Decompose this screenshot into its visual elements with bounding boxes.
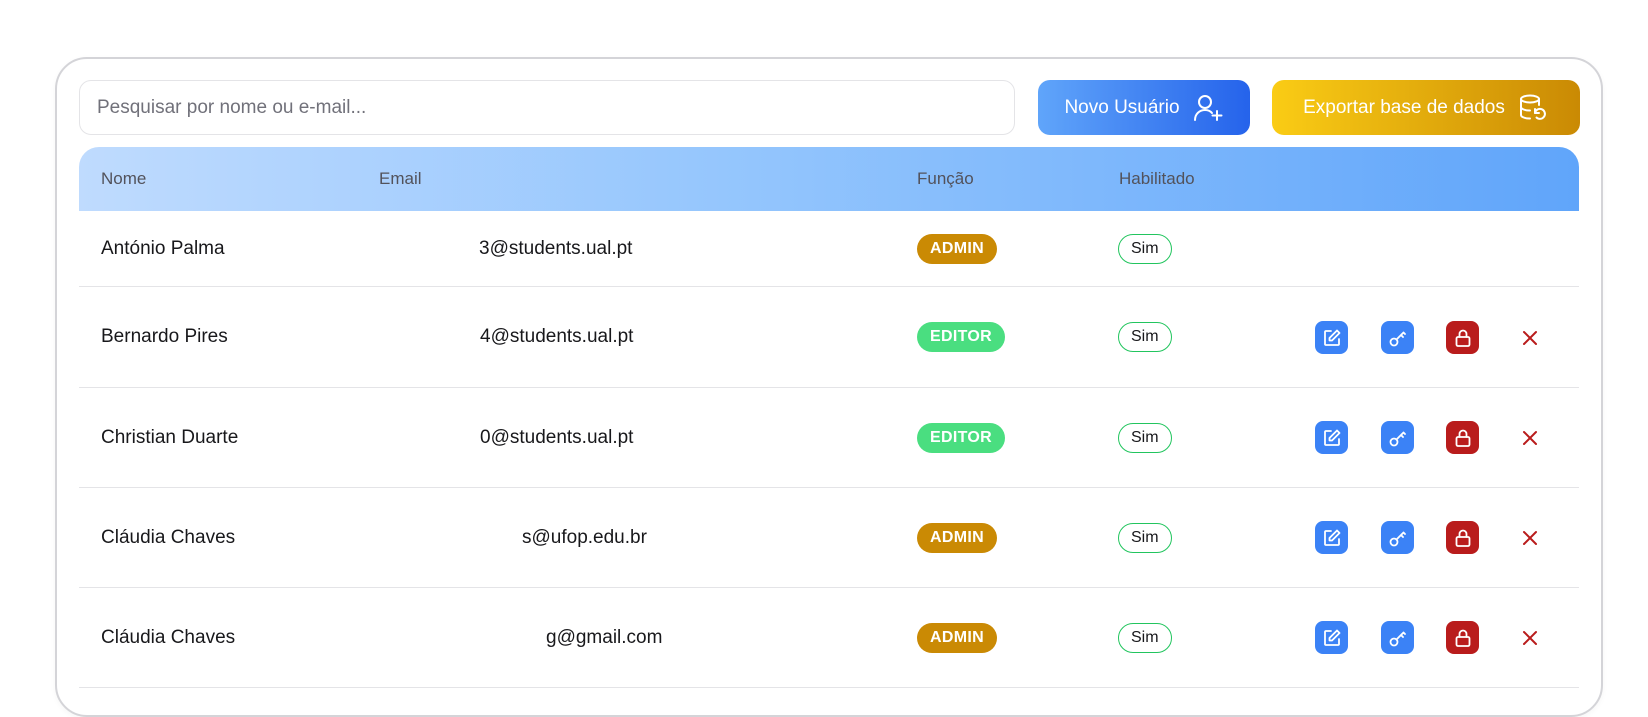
close-icon [1522,430,1537,445]
role-badge: ADMIN [917,233,997,264]
lock-icon [1455,629,1470,647]
lock-user-button[interactable] [1446,321,1479,354]
column-header-name: Nome [101,169,147,188]
new-user-label: Novo Usuário [1064,96,1180,118]
table-row: Cláudia Chaves s@ufop.edu.br ADMIN Sim [79,488,1579,588]
table-row: António Palma 3@students.ual.pt ADMIN Si… [79,211,1579,287]
lock-icon [1455,529,1470,547]
table-header: Nome Email Função Habilitado [79,147,1579,211]
table-row: Christian Duarte 0@students.ual.pt EDITO… [79,388,1579,488]
edit-user-button[interactable] [1315,621,1348,654]
edit-icon [1323,329,1340,346]
close-icon [1522,530,1537,545]
change-password-button[interactable] [1381,621,1414,654]
user-email: 4@students.ual.pt [480,326,634,347]
table-row: Bernardo Pires 4@students.ual.pt EDITOR … [79,287,1579,388]
lock-icon [1455,329,1470,347]
table-row: Cláudia Chaves g@gmail.com ADMIN Sim [79,588,1579,688]
key-icon [1389,431,1406,446]
delete-user-button[interactable] [1513,521,1546,554]
role-badge: ADMIN [917,522,997,553]
user-email: 3@students.ual.pt [479,237,633,259]
edit-user-button[interactable] [1315,421,1348,454]
key-icon [1389,631,1406,646]
enabled-badge: Sim [1118,322,1172,352]
new-user-button[interactable]: Novo Usuário [1038,80,1250,135]
role-badge: ADMIN [917,622,997,653]
user-plus-icon [1192,92,1224,124]
role-badge: EDITOR [917,422,1005,453]
column-header-enabled: Habilitado [1119,169,1195,188]
export-database-button[interactable]: Exportar base de dados [1272,80,1580,135]
edit-icon [1323,429,1340,446]
change-password-button[interactable] [1381,521,1414,554]
change-password-button[interactable] [1381,421,1414,454]
enabled-badge: Sim [1118,233,1172,264]
export-label: Exportar base de dados [1303,96,1505,118]
lock-user-button[interactable] [1446,521,1479,554]
delete-user-button[interactable] [1513,421,1546,454]
user-email: 0@students.ual.pt [480,426,634,448]
enabled-badge: Sim [1118,522,1172,553]
edit-user-button[interactable] [1315,321,1348,354]
role-badge: EDITOR [917,322,1005,352]
change-password-button[interactable] [1381,321,1414,354]
key-icon [1389,531,1406,546]
edit-icon [1323,629,1340,646]
delete-user-button[interactable] [1513,621,1546,654]
user-name: Bernardo Pires [101,326,228,347]
delete-user-button[interactable] [1513,321,1546,354]
column-header-role: Função [917,169,974,188]
search-input[interactable] [79,80,1015,135]
user-name: António Palma [101,237,225,259]
lock-icon [1455,429,1470,447]
lock-user-button[interactable] [1446,621,1479,654]
column-header-email: Email [379,169,422,188]
enabled-badge: Sim [1118,622,1172,653]
close-icon [1522,330,1537,345]
edit-user-button[interactable] [1315,521,1348,554]
lock-user-button[interactable] [1446,421,1479,454]
enabled-badge: Sim [1118,422,1172,453]
edit-icon [1323,529,1340,546]
database-refresh-icon [1517,92,1549,124]
user-name: Cláudia Chaves [101,626,236,648]
user-name: Christian Duarte [101,426,239,448]
close-icon [1522,630,1537,645]
key-icon [1389,331,1406,346]
user-email: s@ufop.edu.br [522,526,647,548]
user-name: Cláudia Chaves [101,526,236,548]
user-email: g@gmail.com [546,626,663,648]
